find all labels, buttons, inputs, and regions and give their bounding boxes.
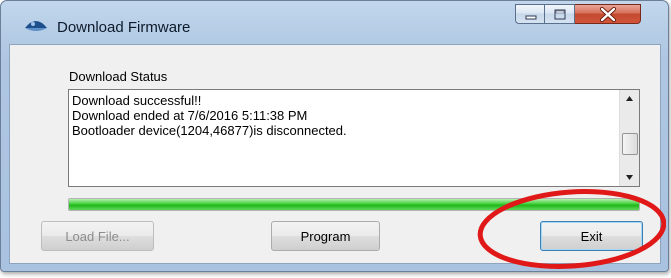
vertical-scrollbar[interactable]	[619, 90, 639, 186]
maximize-icon	[554, 9, 566, 20]
close-icon	[600, 7, 616, 22]
scrollbar-thumb[interactable]	[622, 133, 638, 155]
status-line: Bootloader device(1204,46877)is disconne…	[72, 123, 347, 138]
maximize-button[interactable]	[545, 4, 575, 24]
scroll-up-arrow-icon[interactable]	[620, 90, 639, 107]
status-textbox[interactable]: Download successful!! Download ended at …	[68, 89, 640, 187]
close-button[interactable]	[575, 4, 641, 24]
status-line: Download successful!!	[72, 93, 202, 108]
status-text: Download successful!! Download ended at …	[72, 93, 617, 138]
title-bar[interactable]: Download Firmware	[1, 1, 668, 41]
scroll-down-arrow-icon[interactable]	[620, 169, 639, 186]
load-file-button[interactable]: Load File...	[41, 221, 154, 251]
dialog-content: Download Status Download successful!! Do…	[9, 44, 661, 264]
progress-fill	[69, 199, 639, 210]
exit-button[interactable]: Exit	[540, 221, 643, 251]
program-button[interactable]: Program	[271, 221, 380, 251]
minimize-button[interactable]	[515, 4, 545, 24]
window-title: Download Firmware	[57, 19, 191, 36]
download-firmware-window: Download Firmware Download Status Downlo…	[0, 0, 669, 272]
minimize-icon	[525, 15, 537, 20]
app-icon	[25, 21, 47, 31]
download-status-label: Download Status	[69, 69, 168, 84]
download-progress-bar	[68, 198, 640, 211]
status-line: Download ended at 7/6/2016 5:11:38 PM	[72, 108, 308, 123]
